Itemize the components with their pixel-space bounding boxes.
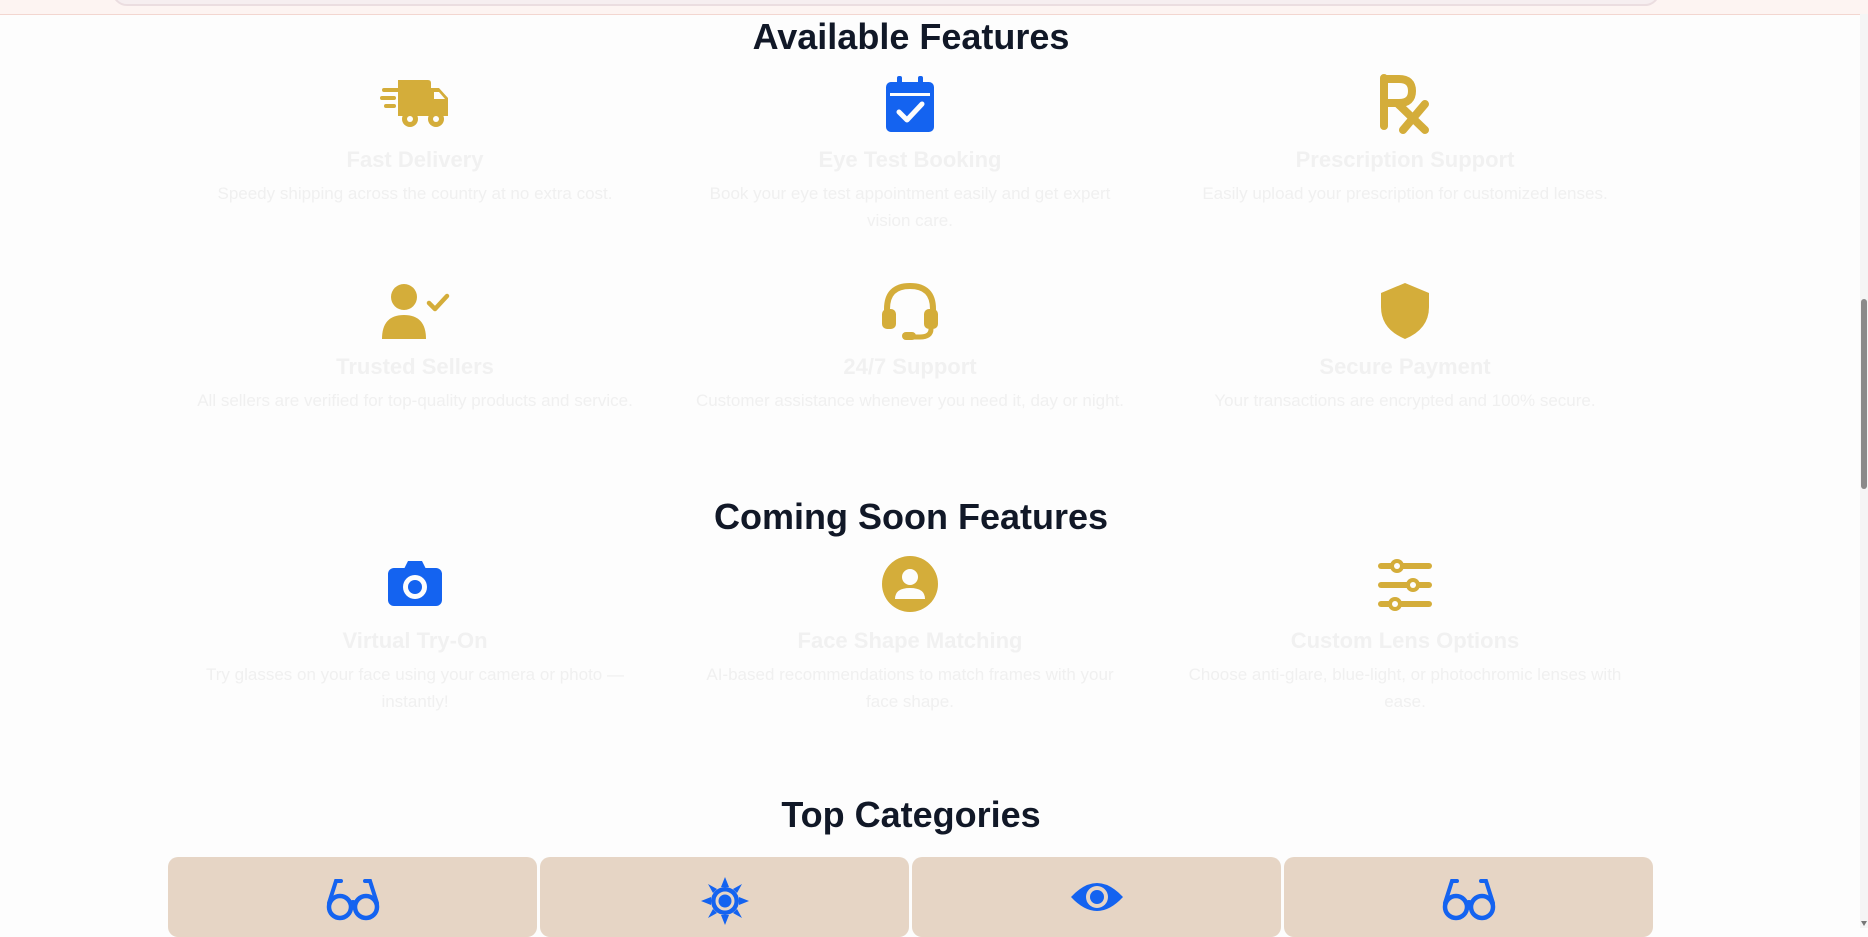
feature-card-custom-lens-options: Custom Lens Options Choose anti-glare, b… bbox=[1180, 555, 1630, 715]
scroll-down-arrow-icon[interactable] bbox=[1861, 921, 1867, 926]
category-card-contact-lenses[interactable] bbox=[912, 857, 1281, 937]
headset-icon bbox=[685, 281, 1135, 341]
feature-description: All sellers are verified for top-quality… bbox=[197, 391, 633, 410]
feature-description: Book your eye test appointment easily an… bbox=[709, 184, 1111, 230]
feature-title: Virtual Try-On bbox=[342, 628, 488, 653]
camera-icon bbox=[190, 555, 640, 615]
feature-title: Trusted Sellers bbox=[336, 354, 494, 379]
navbar-pill bbox=[112, 0, 1660, 6]
glasses-icon bbox=[326, 877, 380, 926]
feature-description: Your transactions are encrypted and 100%… bbox=[1214, 391, 1596, 410]
shield-icon bbox=[1180, 281, 1630, 341]
feature-title: Eye Test Booking bbox=[818, 147, 1002, 172]
feature-description: Choose anti-glare, blue-light, or photoc… bbox=[1188, 665, 1622, 711]
feature-title: Fast Delivery bbox=[346, 147, 484, 172]
top-categories-heading: Top Categories bbox=[781, 794, 1041, 835]
scrollbar-thumb[interactable] bbox=[1861, 299, 1867, 489]
feature-description: AI-based recommendations to match frames… bbox=[706, 665, 1114, 711]
feature-card-eye-test-booking: Eye Test Booking Book your eye test appo… bbox=[685, 74, 1135, 234]
feature-card-virtual-try-on: Virtual Try-On Try glasses on your face … bbox=[190, 555, 640, 715]
user-check-icon bbox=[190, 281, 640, 341]
category-card-computer-glasses[interactable] bbox=[1284, 857, 1653, 937]
feature-description: Easily upload your prescription for cust… bbox=[1202, 184, 1608, 203]
feature-title: Custom Lens Options bbox=[1290, 628, 1520, 653]
top-navbar-edge bbox=[0, 0, 1868, 15]
category-card-sunglasses[interactable] bbox=[540, 857, 909, 937]
available-features-heading: Available Features bbox=[752, 16, 1070, 57]
calendar-check-icon bbox=[685, 74, 1135, 134]
user-circle-icon bbox=[685, 555, 1135, 615]
feature-card-fast-delivery: Fast Delivery Speedy shipping across the… bbox=[190, 74, 640, 207]
sun-icon bbox=[700, 877, 749, 930]
feature-card-trusted-sellers: Trusted Sellers All sellers are verified… bbox=[190, 281, 640, 414]
feature-card-prescription-support: Prescription Support Easily upload your … bbox=[1180, 74, 1630, 207]
feature-description: Try glasses on your face using your came… bbox=[206, 665, 624, 711]
feature-title: 24/7 Support bbox=[843, 354, 977, 379]
category-card-eyeglasses[interactable] bbox=[168, 857, 537, 937]
feature-description: Customer assistance whenever you need it… bbox=[695, 391, 1125, 410]
coming-soon-heading: Coming Soon Features bbox=[713, 496, 1109, 537]
feature-title: Face Shape Matching bbox=[797, 628, 1023, 653]
page-scrollbar[interactable] bbox=[1860, 14, 1868, 928]
feature-description: Speedy shipping across the country at no… bbox=[217, 184, 613, 203]
feature-card-24-7-support: 24/7 Support Customer assistance wheneve… bbox=[685, 281, 1135, 414]
feature-title: Prescription Support bbox=[1295, 147, 1515, 172]
feature-card-face-shape-matching: Face Shape Matching AI-based recommendat… bbox=[685, 555, 1135, 715]
feature-card-secure-payment: Secure Payment Your transactions are enc… bbox=[1180, 281, 1630, 414]
prescription-icon bbox=[1180, 74, 1630, 134]
feature-title: Secure Payment bbox=[1319, 354, 1491, 379]
truck-icon bbox=[190, 74, 640, 134]
eye-icon bbox=[1070, 877, 1124, 922]
sliders-icon bbox=[1180, 555, 1630, 615]
glasses-icon bbox=[1442, 877, 1496, 926]
